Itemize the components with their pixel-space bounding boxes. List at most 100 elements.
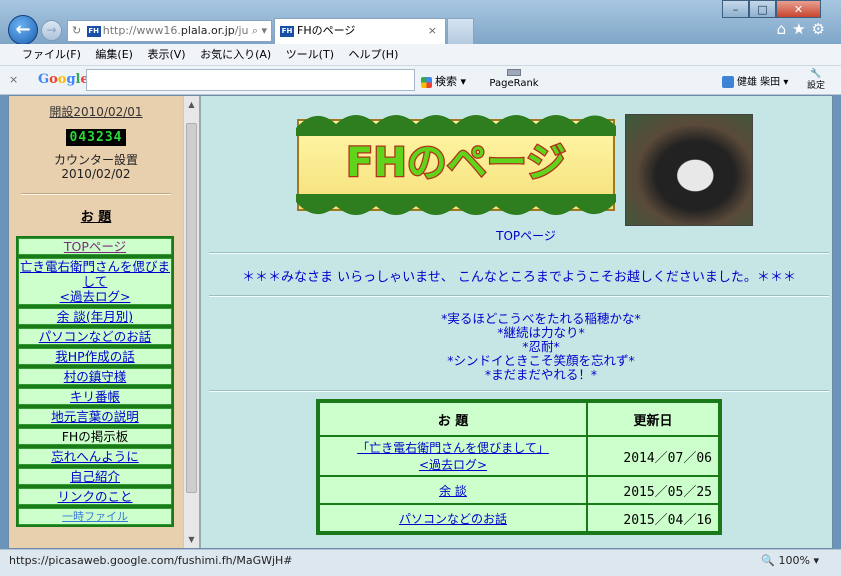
- back-button[interactable]: ←: [8, 15, 38, 45]
- sidebar-item-memorial-title: 亡き電右衛門さんを偲びまして: [19, 259, 170, 289]
- motto-line: *シンドイときこそ笑顔を忘れず*: [447, 353, 635, 368]
- menu-view[interactable]: 表示(V): [147, 48, 185, 61]
- divider-3: [209, 390, 829, 392]
- sidebar: 開設2010/02/01 043234 カウンター設置 2010/02/02 お…: [9, 96, 183, 548]
- table-header: お 題 更新日: [320, 403, 718, 435]
- menu-file[interactable]: ファイル(F): [22, 48, 81, 61]
- zoom-level: 100%: [778, 554, 810, 567]
- google-toolbar: × Google 検索 ▾ PageRank 健雄 柴田 ▾ 🔧 設定: [0, 66, 841, 95]
- pagerank-label: PageRank: [489, 78, 539, 89]
- minimize-button[interactable]: –: [722, 0, 749, 18]
- established-date: 開設2010/02/01: [49, 105, 143, 119]
- topics-title: お 題: [80, 210, 112, 225]
- mottos: *実るほどこうべをたれる稲穂かな* *継続は力なり* *忍耐* *シンドイときこ…: [201, 311, 832, 382]
- sidebar-item-hp-making[interactable]: 我HP作成の話: [18, 348, 172, 365]
- settings-button[interactable]: 🔧 設定: [801, 68, 831, 92]
- user-icon: [722, 76, 734, 88]
- menu-tools[interactable]: ツール(T): [286, 48, 334, 61]
- address-host-prefix: http://www16.: [102, 24, 181, 37]
- topic-link[interactable]: パソコンなどのお話: [399, 512, 507, 526]
- maximize-button[interactable]: □: [749, 0, 776, 18]
- cat-photo[interactable]: [625, 114, 753, 226]
- new-tab-button[interactable]: [447, 18, 474, 44]
- menu-edit[interactable]: 編集(E): [95, 48, 133, 61]
- table-cell-topic: 余 談: [320, 477, 586, 503]
- pagerank-icon: [507, 69, 521, 76]
- sidebar-item-links[interactable]: リンクのこと: [18, 488, 172, 505]
- zoom-control[interactable]: 🔍 100% ▾: [761, 550, 819, 572]
- visitor-counter: 043234: [65, 129, 127, 146]
- menu-help[interactable]: ヘルプ(H): [349, 48, 399, 61]
- sidebar-item-memorial-log: <過去ログ>: [59, 289, 131, 304]
- scroll-up-icon[interactable]: ▲: [184, 96, 199, 113]
- sidebar-item-profile[interactable]: 自己紹介: [18, 468, 172, 485]
- sidebar-item-pc-talk[interactable]: パソコンなどのお話: [18, 328, 172, 345]
- motto-line: *継続は力なり*: [497, 325, 585, 340]
- sidebar-item-dialect[interactable]: 地元言葉の説明: [18, 408, 172, 425]
- table-row: 「亡き電右衛門さんを偲びまして」 <過去ログ> 2014／07／06: [320, 437, 718, 475]
- site-logo: FHのページ: [296, 115, 616, 215]
- sidebar-item-top[interactable]: TOPページ: [18, 238, 172, 255]
- window-controls: – □ ✕: [722, 0, 821, 18]
- scroll-down-icon[interactable]: ▼: [184, 531, 199, 548]
- title-bar: – □ ✕ ← → ↻ FH http://www16.plala.or.jp/ju …: [0, 0, 841, 45]
- sidebar-menu: TOPページ 亡き電右衛門さんを偲びまして <過去ログ> 余 談(年月別) パソコ…: [16, 236, 174, 527]
- counter-label-line1: カウンター設置: [53, 153, 138, 167]
- table-cell-topic: 「亡き電右衛門さんを偲びまして」 <過去ログ>: [320, 437, 586, 475]
- sidebar-item-yodan[interactable]: 余 談(年月別): [18, 308, 172, 325]
- toolbar-close-icon[interactable]: ×: [9, 73, 18, 86]
- table-cell-date: 2015／05／25: [588, 477, 718, 503]
- left-frame: 開設2010/02/01 043234 カウンター設置 2010/02/02 お…: [9, 96, 201, 548]
- pagerank-button[interactable]: PageRank: [484, 69, 544, 89]
- favicon-icon: FH: [86, 25, 101, 37]
- page-viewport: 開設2010/02/01 043234 カウンター設置 2010/02/02 お…: [8, 95, 833, 549]
- account-button[interactable]: 健雄 柴田 ▾: [722, 73, 788, 88]
- sidebar-item-shrine[interactable]: 村の鎮守様: [18, 368, 172, 385]
- forward-button[interactable]: →: [41, 20, 62, 41]
- account-label: 健雄 柴田: [737, 77, 781, 88]
- tab-title: FHのページ: [297, 24, 356, 37]
- close-button[interactable]: ✕: [776, 0, 821, 18]
- sidebar-item-memo[interactable]: 忘れへんように: [18, 448, 172, 465]
- home-favorites-settings-icons[interactable]: ⌂★⚙: [777, 20, 831, 38]
- motto-line: *まだまだやれる！*: [484, 367, 598, 382]
- table-cell-topic: パソコンなどのお話: [320, 505, 586, 531]
- divider-2: [209, 295, 829, 297]
- sidebar-scrollbar[interactable]: ▲ ▼: [183, 96, 199, 548]
- logo-text: FHのページ: [346, 140, 566, 186]
- tab-fh-page[interactable]: FH FHのページ ×: [274, 18, 446, 44]
- divider-1: [209, 252, 829, 254]
- address-host: plala.or.jp: [180, 24, 235, 37]
- google-search-label: 検索: [435, 75, 457, 88]
- address-bar[interactable]: ↻ FH http://www16.plala.or.jp/ju ⌕ ▾: [67, 20, 272, 42]
- google-logo: Google: [38, 72, 89, 87]
- topic-link[interactable]: 「亡き電右衛門さんを偲びまして」 <過去ログ>: [357, 441, 549, 472]
- top-page-label: TOPページ: [496, 229, 556, 243]
- google-search-input[interactable]: [86, 69, 415, 91]
- welcome-message: ＊＊＊みなさま いらっしゃいませ、 こんなところまでようこそお越しくださいました…: [242, 270, 796, 285]
- motto-line: *実るほどこうべをたれる稲穂かな*: [441, 311, 641, 326]
- sidebar-item-bbs[interactable]: FHの掲示板: [18, 428, 172, 445]
- table-row: パソコンなどのお話 2015／04／16: [320, 505, 718, 531]
- table-row: 余 談 2015／05／25: [320, 477, 718, 503]
- motto-line: *忍耐*: [522, 339, 560, 354]
- sidebar-item-memorial[interactable]: 亡き電右衛門さんを偲びまして <過去ログ>: [18, 258, 172, 305]
- header-updated: 更新日: [588, 403, 718, 435]
- sidebar-item-temp-file[interactable]: 一時ファイル: [18, 508, 172, 525]
- main-frame: FHのページ TOPページ ＊＊＊みなさま いらっしゃいませ、 こんなところまで…: [201, 96, 832, 548]
- sidebar-divider: [21, 193, 171, 195]
- refresh-icon[interactable]: ↻: [72, 24, 81, 37]
- table-cell-date: 2014／07／06: [588, 437, 718, 475]
- address-search-icon[interactable]: ⌕ ▾: [249, 21, 267, 41]
- google-search-button[interactable]: 検索 ▾: [421, 73, 466, 89]
- menu-favorites[interactable]: お気に入り(A): [200, 48, 271, 61]
- sidebar-item-kiriban[interactable]: キリ番帳: [18, 388, 172, 405]
- topic-link-line1: 「亡き電右衛門さんを偲びまして」: [357, 441, 549, 455]
- scroll-thumb[interactable]: [186, 123, 197, 493]
- table-cell-date: 2015／04／16: [588, 505, 718, 531]
- tab-close-icon[interactable]: ×: [428, 19, 437, 43]
- topic-link[interactable]: 余 談: [439, 484, 467, 498]
- menu-bar: ファイル(F) 編集(E) 表示(V) お気に入り(A) ツール(T) ヘルプ(…: [0, 44, 841, 66]
- header-topic: お 題: [320, 403, 586, 435]
- topic-link-line2: <過去ログ>: [418, 458, 488, 472]
